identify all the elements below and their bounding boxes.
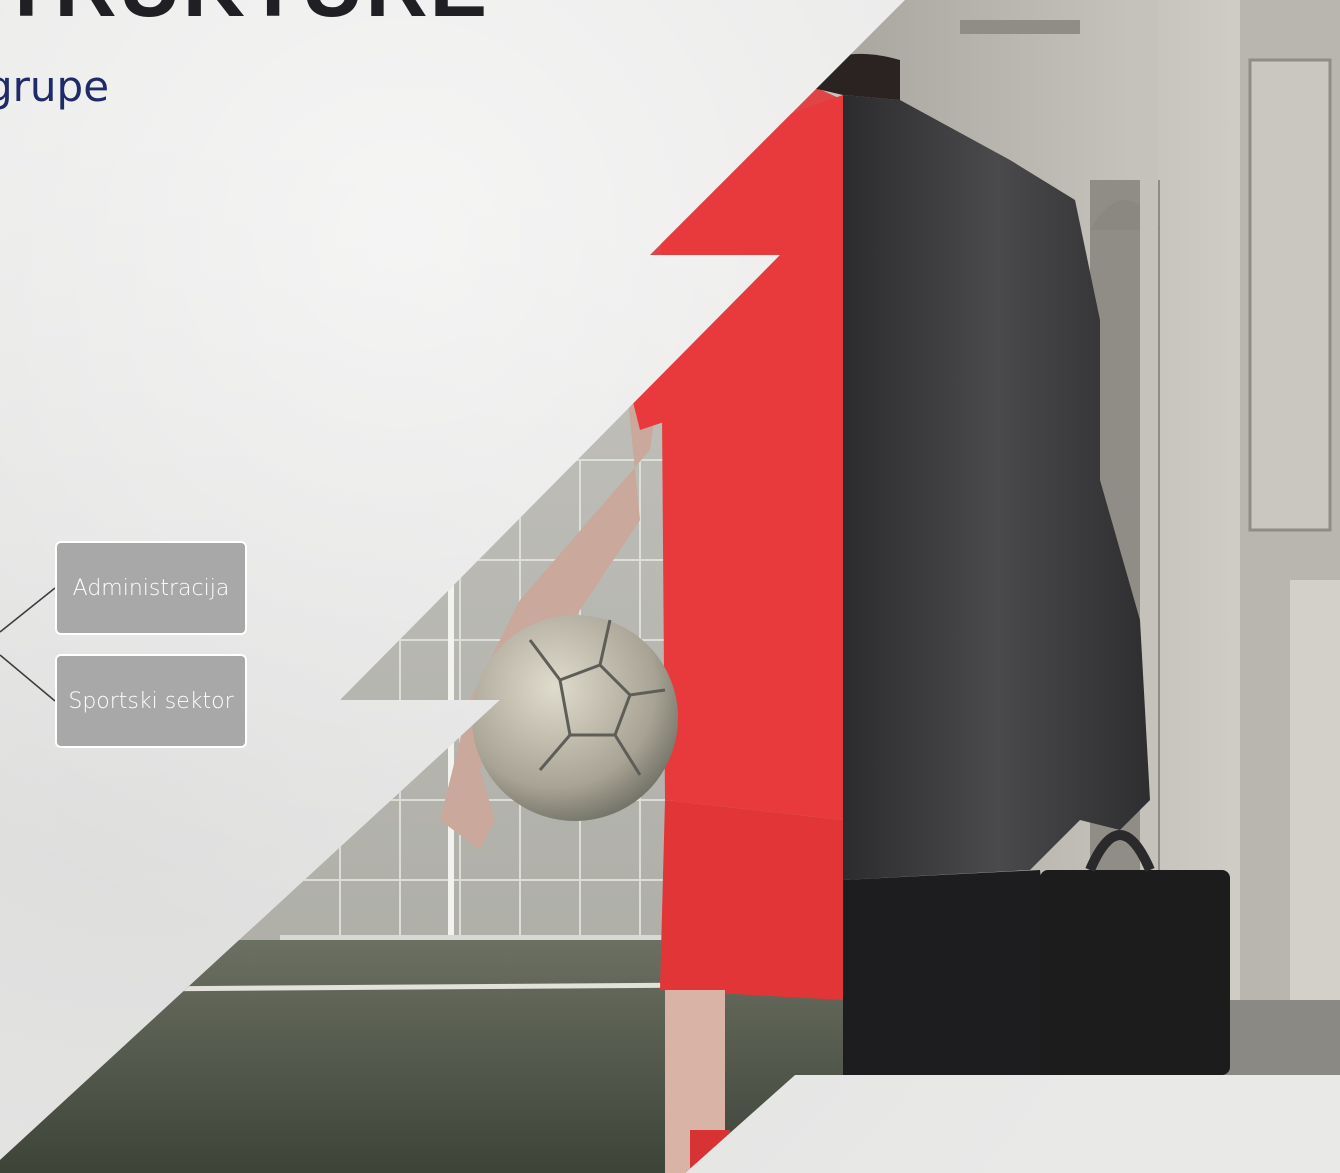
- org-connectors: [0, 587, 56, 702]
- org-node-sportski-sektor: Sportski sektor: [55, 654, 247, 748]
- org-node-administracija: Administracija: [55, 541, 247, 635]
